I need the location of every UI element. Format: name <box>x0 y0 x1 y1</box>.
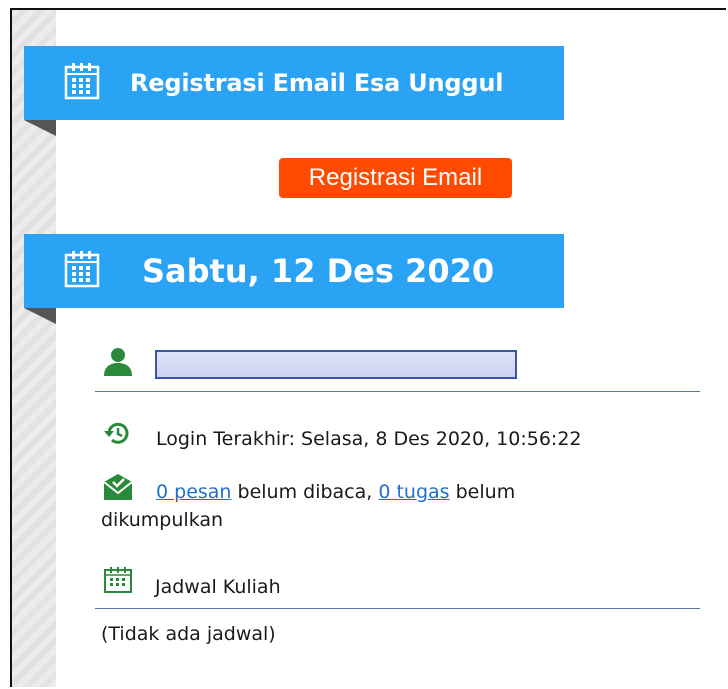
banner-fold <box>24 308 56 324</box>
schedule-title: Jadwal Kuliah <box>155 576 281 598</box>
date-title: Sabtu, 12 Des 2020 <box>142 252 495 290</box>
banner-fold <box>24 120 56 136</box>
calendar-small-icon <box>103 566 133 598</box>
tugas-link[interactable]: 0 tugas <box>378 481 449 503</box>
user-name-field <box>155 350 517 379</box>
messages-tail-text: belum <box>449 481 516 503</box>
messages-middle-text: belum dibaca, <box>231 481 379 503</box>
user-icon <box>101 346 135 382</box>
calendar-icon <box>64 61 100 105</box>
envelope-icon <box>102 474 134 506</box>
banner-registrasi: Registrasi Email Esa Unggul <box>24 46 564 120</box>
schedule-empty-text: (Tidak ada jadwal) <box>101 623 276 645</box>
login-last-text: Login Terakhir: Selasa, 8 Des 2020, 10:5… <box>156 428 582 450</box>
messages-line2: dikumpulkan <box>101 509 224 531</box>
divider <box>95 608 700 609</box>
banner-title: Registrasi Email Esa Unggul <box>130 69 504 97</box>
divider <box>95 391 700 392</box>
registrasi-email-button[interactable]: Registrasi Email <box>279 158 512 198</box>
calendar-icon <box>64 249 100 293</box>
messages-line1: 0 pesan belum dibaca, 0 tugas belum <box>156 481 515 503</box>
history-icon <box>103 420 131 450</box>
banner-date: Sabtu, 12 Des 2020 <box>24 234 564 308</box>
pesan-link[interactable]: 0 pesan <box>156 481 231 503</box>
